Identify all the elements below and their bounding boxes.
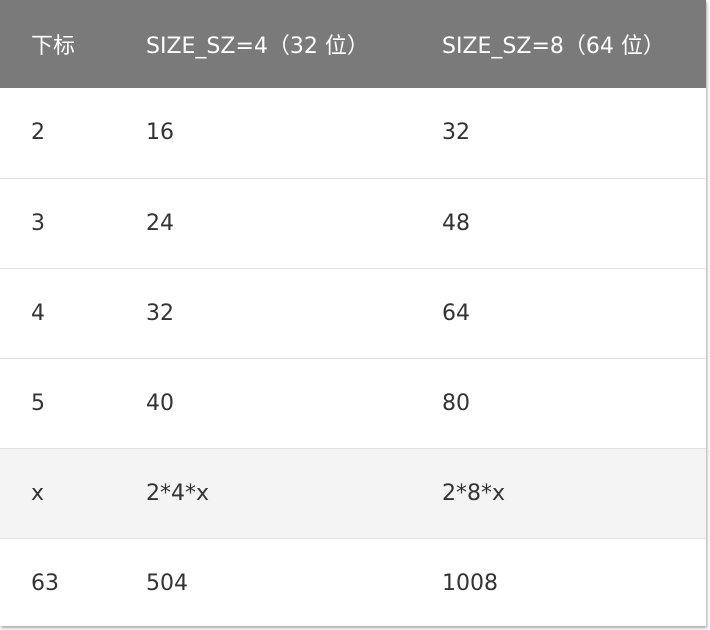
table-row: 3 24 48 xyxy=(0,178,706,268)
cell-size-32bit: 504 xyxy=(146,570,188,596)
cell-size-32bit: 2*4*x xyxy=(146,480,210,506)
cell-size-64bit: 2*8*x xyxy=(442,480,506,506)
table-row-highlighted: x 2*4*x 2*8*x xyxy=(0,448,706,538)
header-size-sz-8: SIZE_SZ=8（64 位） xyxy=(442,34,665,59)
cell-size-32bit: 40 xyxy=(146,390,174,416)
cell-size-32bit: 16 xyxy=(146,120,174,146)
cell-index: 2 xyxy=(31,120,45,146)
table-row: 4 32 64 xyxy=(0,268,706,358)
cell-index: 5 xyxy=(31,390,45,416)
cell-size-32bit: 24 xyxy=(146,210,174,236)
table-header-row: 下标 SIZE_SZ=4（32 位） SIZE_SZ=8（64 位） xyxy=(0,0,706,88)
table-row: 2 16 32 xyxy=(0,88,706,178)
cell-index: 4 xyxy=(31,300,45,326)
header-size-sz-4: SIZE_SZ=4（32 位） xyxy=(146,34,369,59)
cell-size-64bit: 1008 xyxy=(442,570,498,596)
cell-size-32bit: 32 xyxy=(146,300,174,326)
table-header: 下标 SIZE_SZ=4（32 位） SIZE_SZ=8（64 位） xyxy=(0,0,706,88)
cell-size-64bit: 32 xyxy=(442,120,470,146)
table-row: 63 504 1008 xyxy=(0,538,706,628)
table-row: 5 40 80 xyxy=(0,358,706,448)
size-table-container: 下标 SIZE_SZ=4（32 位） SIZE_SZ=8（64 位） 2 16 … xyxy=(0,0,706,626)
cell-size-64bit: 64 xyxy=(442,300,470,326)
size-table: 下标 SIZE_SZ=4（32 位） SIZE_SZ=8（64 位） 2 16 … xyxy=(0,0,706,628)
cell-size-64bit: 48 xyxy=(442,210,470,236)
cell-index: x xyxy=(31,480,45,506)
cell-size-64bit: 80 xyxy=(442,390,470,416)
table-body: 2 16 32 3 24 48 4 32 64 5 40 80 x 2*4*x xyxy=(0,88,706,628)
cell-index: 63 xyxy=(31,570,59,596)
cell-index: 3 xyxy=(31,210,45,236)
header-index: 下标 xyxy=(31,34,76,59)
